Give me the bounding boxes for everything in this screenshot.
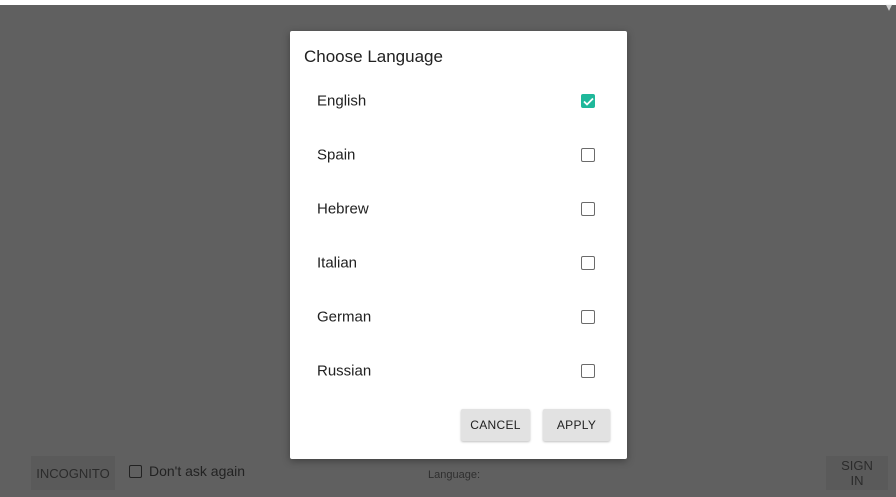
language-item-hebrew[interactable]: Hebrew [290,182,627,236]
incognito-button[interactable]: INCOGNITO [31,456,115,490]
apply-button[interactable]: APPLY [543,409,610,441]
language-label: Language: [428,469,480,481]
dont-ask-label: Don't ask again [149,463,246,479]
language-checkbox[interactable] [581,94,595,108]
language-label: Spain [317,146,356,164]
language-item-english[interactable]: English [290,74,627,128]
language-label: Italian [317,254,358,272]
dont-ask-again-checkbox[interactable]: Don't ask again [129,463,245,479]
language-checkbox[interactable] [581,148,595,162]
language-checkbox[interactable] [581,364,595,378]
sign-in-button[interactable]: SIGN IN [826,456,888,490]
language-item-russian[interactable]: Russian [290,344,627,398]
dont-ask-checkbox-box[interactable] [129,464,142,478]
language-checkbox[interactable] [581,202,595,216]
wifi-icon: ▾ [885,0,892,14]
language-label: German [317,308,372,326]
language-item-spain[interactable]: Spain [290,128,627,182]
language-item-german[interactable]: German [290,290,627,344]
cancel-button[interactable]: CANCEL [461,409,530,441]
language-checkbox[interactable] [581,310,595,324]
check-icon [582,97,594,106]
choose-language-dialog: Choose Language English Spain Hebrew Ita… [290,31,627,459]
language-label: Hebrew [317,200,369,218]
language-checkbox[interactable] [581,256,595,270]
language-label: Russian [317,362,372,380]
language-item-italian[interactable]: Italian [290,236,627,290]
language-label: English [317,92,367,110]
dialog-title: Choose Language [304,47,443,66]
